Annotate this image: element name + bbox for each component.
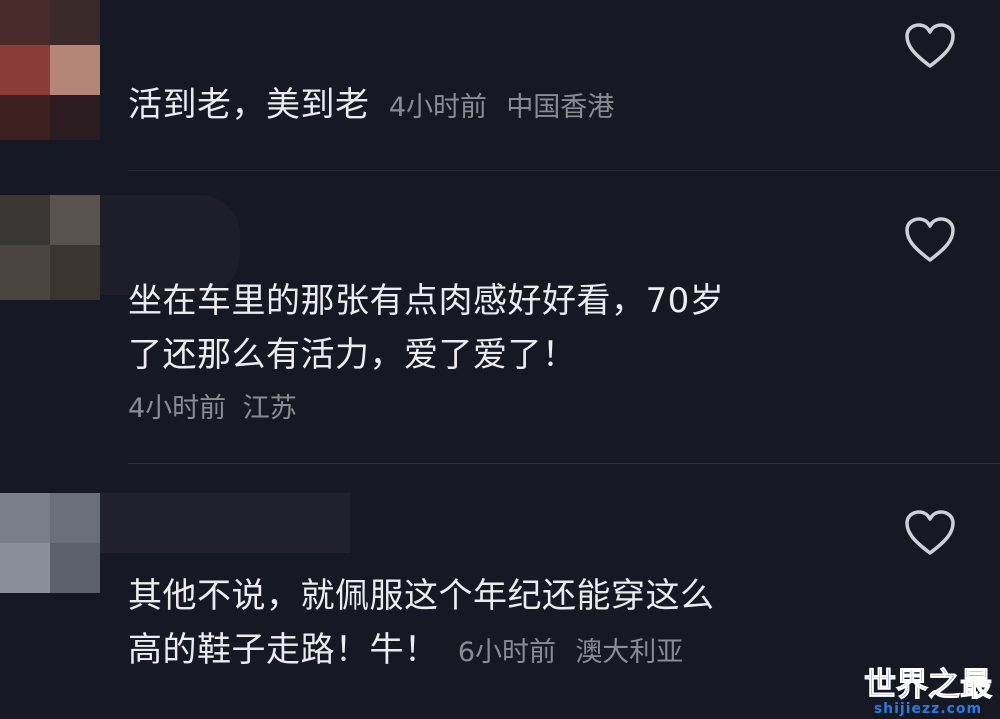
comment-time: 4小时前 — [128, 393, 227, 424]
comment-body-line-2: 了还那么有活力，爱了爱了！ — [128, 335, 577, 375]
avatar[interactable] — [0, 195, 100, 305]
watermark-title: 世界之最 — [863, 665, 992, 703]
comment-item-1[interactable]: 活到老，美到老 4小时前 中国香港 — [0, 0, 1000, 170]
site-watermark: 世界之最 shijiezz.com — [863, 665, 992, 718]
comment-body: 活到老，美到老 — [128, 85, 370, 125]
comment-time: 6小时前 — [457, 637, 556, 668]
comment-body-line-1: 其他不说，就佩服这个年纪还能穿这么 — [128, 576, 715, 616]
comment-text: 坐在车里的那张有点肉感好好看，70岁 了还那么有活力，爱了爱了！ — [128, 274, 890, 382]
comment-text: 活到老，美到老 4小时前 中国香港 — [128, 78, 890, 135]
heart-outline-icon[interactable] — [904, 509, 956, 557]
divider — [128, 463, 1000, 464]
avatar[interactable] — [0, 493, 100, 593]
comment-location: 中国香港 — [506, 92, 615, 123]
watermark-url: shijiezz.com — [873, 701, 983, 717]
comment-text: 其他不说，就佩服这个年纪还能穿这么 高的鞋子走路！牛！ 6小时前 澳大利亚 — [128, 569, 890, 680]
comment-location: 澳大利亚 — [575, 637, 684, 668]
comment-item-2[interactable]: 坐在车里的那张有点肉感好好看，70岁 了还那么有活力，爱了爱了！ 4小时前 江苏 — [0, 190, 1000, 465]
avatar[interactable] — [0, 0, 100, 140]
divider — [128, 170, 1000, 171]
comment-item-3[interactable]: 其他不说，就佩服这个年纪还能穿这么 高的鞋子走路！牛！ 6小时前 澳大利亚 — [0, 485, 1000, 719]
comment-body-line-1: 坐在车里的那张有点肉感好好看，70岁 — [128, 281, 725, 321]
comment-location: 江苏 — [242, 393, 297, 424]
comment-meta: 4小时前 江苏 — [128, 386, 297, 425]
heart-outline-icon[interactable] — [904, 216, 956, 264]
comment-body-line-2: 高的鞋子走路！牛！ — [128, 630, 439, 670]
comment-time: 4小时前 — [388, 92, 487, 123]
heart-outline-icon[interactable] — [904, 22, 956, 70]
